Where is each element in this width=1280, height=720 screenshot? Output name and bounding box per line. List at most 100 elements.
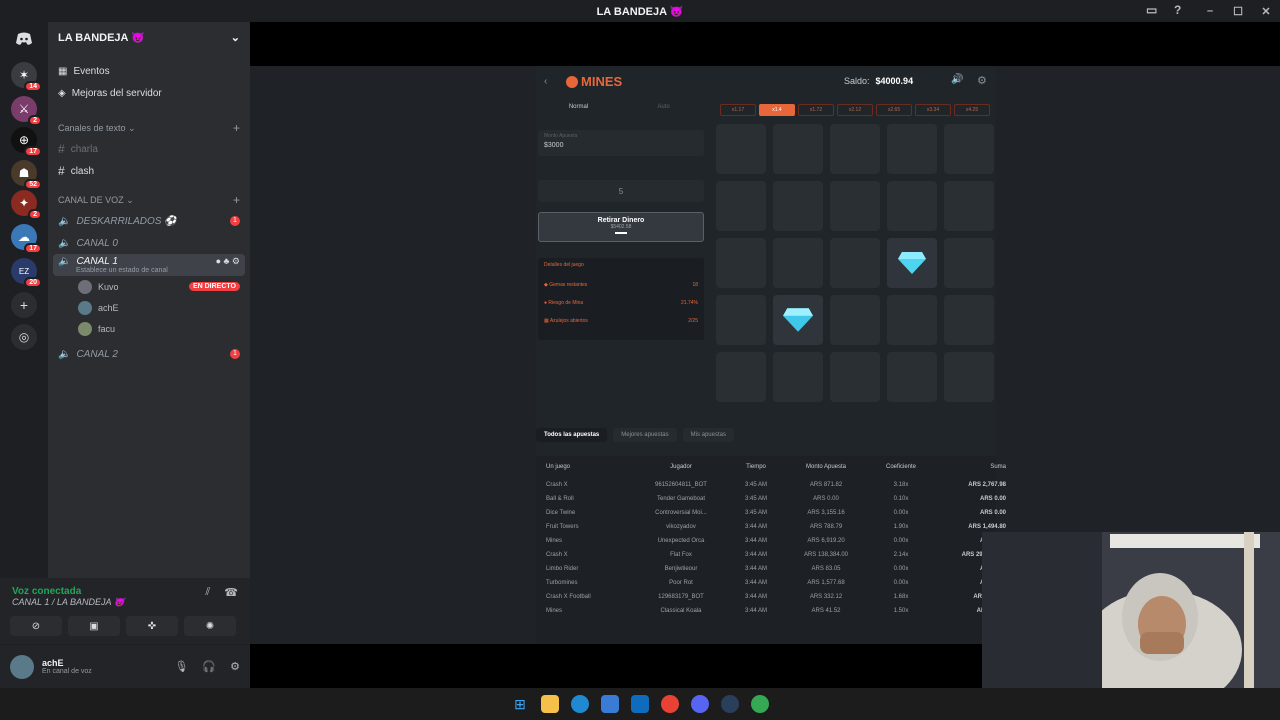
mine-tile[interactable]: [944, 124, 994, 174]
mine-tile[interactable]: [830, 295, 880, 345]
server-icon-3[interactable]: ⊕ 17: [11, 127, 42, 157]
avatar[interactable]: [10, 654, 34, 679]
channel-charla[interactable]: # charla: [48, 138, 250, 160]
voice-channel-canal0[interactable]: 🔈 CANAL 0: [48, 232, 250, 254]
close-button[interactable]: ✕: [1252, 5, 1280, 18]
mine-tile[interactable]: [944, 238, 994, 288]
guild-name: LA BANDEJA 😈: [58, 31, 145, 44]
minimize-button[interactable]: –: [1196, 5, 1224, 17]
mine-tile[interactable]: [773, 181, 823, 231]
bet-amount-field[interactable]: Monto Apuesta $3000: [538, 130, 704, 156]
voice-channel-deskarrilados[interactable]: 🔈 DESKARRILADOS ⚽ 1: [48, 210, 250, 232]
mine-tile[interactable]: [830, 352, 880, 402]
mine-tile[interactable]: [773, 352, 823, 402]
mine-tile[interactable]: [830, 238, 880, 288]
maximize-button[interactable]: ☐: [1224, 5, 1252, 18]
mine-tile[interactable]: [887, 181, 937, 231]
channel-status[interactable]: Establece un estado de canal: [58, 267, 240, 274]
mine-tile[interactable]: [773, 238, 823, 288]
mine-tile[interactable]: [773, 124, 823, 174]
revealed-gem-tile[interactable]: [773, 295, 823, 345]
voice-channel-name[interactable]: CANAL 1 / LA BANDEJA 😈: [12, 597, 125, 608]
server-icon-7[interactable]: EZ 20: [11, 258, 42, 288]
chrome-icon[interactable]: [661, 695, 679, 713]
multiplier-chip: x2.65: [876, 104, 912, 116]
mines-count-selector[interactable]: 5: [538, 180, 704, 202]
voice-channel-canal1[interactable]: 🔈 CANAL 1 ● ♣ ⚙ Establece un estado de c…: [53, 254, 245, 276]
voice-channels-category[interactable]: CANAL DE VOZ ⌄ +: [48, 190, 250, 210]
mode-normal-tab[interactable]: Normal: [536, 104, 621, 118]
guild-header[interactable]: LA BANDEJA 😈 ⌄: [48, 22, 250, 52]
settings-icon[interactable]: ⚙: [977, 74, 987, 87]
back-arrow-icon[interactable]: ‹: [544, 76, 547, 87]
events-item[interactable]: ▦ Eventos: [48, 60, 250, 82]
headphones-icon[interactable]: 🎧: [202, 660, 216, 673]
unread-badge: 1: [230, 349, 240, 359]
chrome-alt-icon[interactable]: [751, 695, 769, 713]
channel-actions-icons[interactable]: ● ♣ ⚙: [216, 256, 240, 267]
discord-home-button[interactable]: [11, 26, 37, 52]
server-icon-5[interactable]: ✦ 2: [11, 190, 42, 220]
camera-off-button[interactable]: ⊘: [10, 616, 62, 636]
voice-member[interactable]: Kuvo EN DIRECTO: [48, 276, 250, 297]
voice-member[interactable]: achE: [48, 297, 250, 318]
mine-tile[interactable]: [716, 181, 766, 231]
server-icon-6[interactable]: ☁ 17: [11, 224, 42, 254]
microphone-icon[interactable]: 🎙: [174, 660, 188, 673]
server-icon-4[interactable]: ☗ 52: [11, 160, 42, 190]
disconnect-icon[interactable]: ☎: [224, 586, 238, 608]
outlook-icon[interactable]: [631, 695, 649, 713]
mine-tile[interactable]: [887, 295, 937, 345]
soundboard-button[interactable]: ✺: [184, 616, 236, 636]
add-channel-icon[interactable]: +: [233, 121, 240, 135]
mine-tile[interactable]: [887, 352, 937, 402]
mode-auto-tab[interactable]: Auto: [621, 104, 706, 118]
voice-channel-canal2[interactable]: 🔈 CANAL 2 1: [48, 343, 250, 365]
mine-tile[interactable]: [944, 295, 994, 345]
server-icon-1[interactable]: ✶ 14: [11, 62, 42, 92]
game-details-panel: Detalles del juego ◆ Gemas restantes 18 ●…: [538, 258, 704, 340]
revealed-gem-tile[interactable]: [887, 238, 937, 288]
share-screen-button[interactable]: ▣: [68, 616, 120, 636]
server-boosts-item[interactable]: ◈ Mejoras del servidor: [48, 82, 250, 104]
streamer-camera-image: [982, 532, 1280, 688]
sound-icon[interactable]: 🔊: [951, 74, 963, 85]
mine-tile[interactable]: [887, 124, 937, 174]
activities-button[interactable]: ✜: [126, 616, 178, 636]
tab-my-bets[interactable]: Mis apuestas: [682, 428, 734, 442]
mine-tile[interactable]: [716, 352, 766, 402]
mine-tile[interactable]: [830, 124, 880, 174]
voice-status[interactable]: Voz conectada: [12, 586, 125, 597]
mine-tile[interactable]: [716, 124, 766, 174]
store-icon[interactable]: [601, 695, 619, 713]
inbox-icon[interactable]: ▭: [1146, 3, 1160, 17]
text-channels-category[interactable]: Canales de texto ⌄ +: [48, 118, 250, 138]
noise-suppression-icon[interactable]: ⫽: [205, 586, 210, 608]
tab-top-bets[interactable]: Mejores apuestas: [613, 428, 677, 442]
channel-clash[interactable]: # clash: [48, 160, 250, 182]
explore-icon[interactable]: ◎: [11, 324, 37, 350]
table-row: Crash X 96152604811_BOT 3:45 AM ARS 871.82 3…: [546, 482, 1006, 488]
server-icon-2[interactable]: ⚔ 2: [11, 96, 42, 126]
file-explorer-icon[interactable]: [541, 695, 559, 713]
mine-tile[interactable]: [716, 295, 766, 345]
detail-row: ◆ Gemas restantes 18: [544, 282, 698, 288]
edge-browser-icon[interactable]: [571, 695, 589, 713]
tab-all-bets[interactable]: Todos las apuestas: [536, 428, 608, 442]
voice-member[interactable]: facu: [48, 318, 250, 339]
speaker-icon: 🔈: [58, 348, 71, 360]
add-channel-icon[interactable]: +: [233, 193, 240, 207]
steam-icon[interactable]: [721, 695, 739, 713]
user-status: En canal de voz: [42, 668, 92, 675]
settings-gear-icon[interactable]: ⚙: [230, 660, 240, 673]
mine-tile[interactable]: [944, 181, 994, 231]
cashout-button[interactable]: Retirar Dinero $5402.58: [538, 212, 704, 242]
mine-tile[interactable]: [944, 352, 994, 402]
multiplier-chip-active: x1.4: [759, 104, 795, 116]
discord-taskbar-icon[interactable]: [691, 695, 709, 713]
mine-tile[interactable]: [716, 238, 766, 288]
help-icon[interactable]: ?: [1174, 3, 1188, 17]
mine-tile[interactable]: [830, 181, 880, 231]
windows-start-icon[interactable]: ⊞: [511, 695, 529, 713]
add-server-button[interactable]: +: [11, 292, 37, 318]
